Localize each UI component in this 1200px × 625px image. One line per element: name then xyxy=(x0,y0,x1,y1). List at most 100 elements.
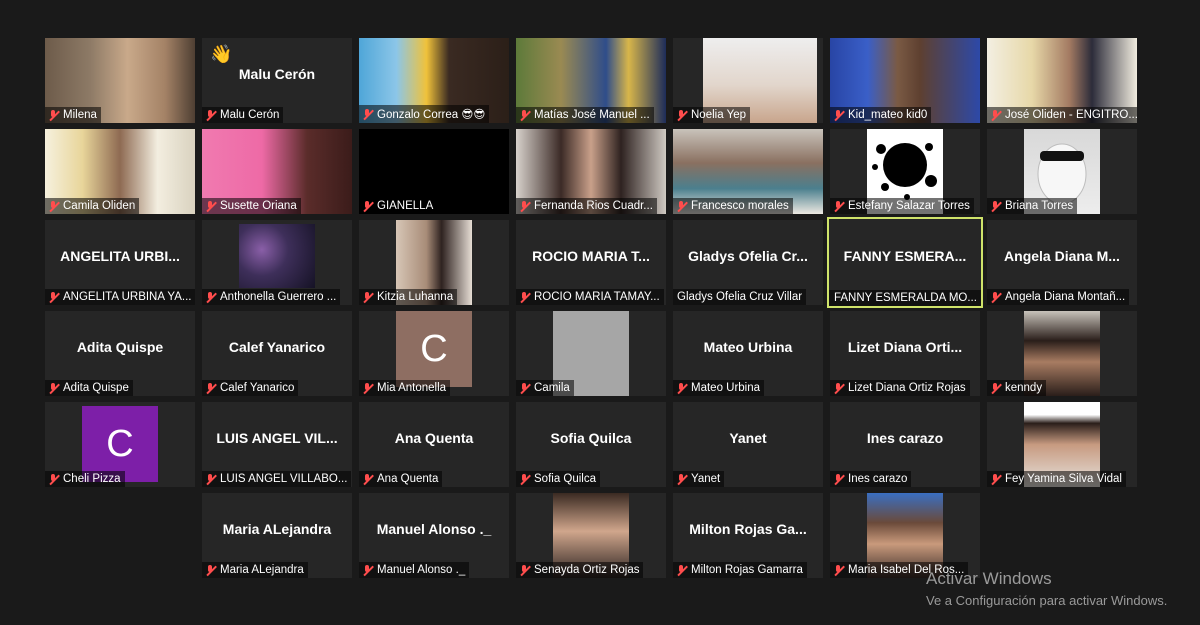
participant-name: Adita Quispe xyxy=(63,382,129,394)
participant-tile[interactable]: kenndy xyxy=(987,311,1137,396)
mic-muted-icon xyxy=(205,200,216,212)
participant-label: Mia Antonella xyxy=(359,380,451,396)
participant-display-name: FANNY ESMERA... xyxy=(843,248,967,264)
mic-muted-icon xyxy=(48,473,59,485)
participant-tile[interactable]: Ana Quenta Ana Quenta xyxy=(359,402,509,487)
participant-label: LUIS ANGEL VILLABO... xyxy=(202,471,352,487)
participant-name: Cheli Pizza xyxy=(63,473,121,485)
mic-muted-icon xyxy=(519,564,530,576)
participant-tile[interactable]: Gladys Ofelia Cr... Gladys Ofelia Cruz V… xyxy=(673,220,823,305)
participant-name: Anthonella Guerrero ... xyxy=(220,291,337,303)
participant-display-name: Angela Diana M... xyxy=(1004,248,1120,264)
participant-label: FANNY ESMERALDA MO... xyxy=(829,290,981,306)
wave-hand-icon: 👋 xyxy=(210,44,233,64)
participant-tile[interactable]: Milena xyxy=(45,38,195,123)
participant-tile[interactable]: 👋 Malu Cerón Malu Cerón xyxy=(202,38,352,123)
participant-display-name: Malu Cerón xyxy=(238,66,316,82)
participant-name: Milena xyxy=(63,109,97,121)
mic-muted-icon xyxy=(362,291,373,303)
participant-tile[interactable]: Lizet Diana Orti... Lizet Diana Ortiz Ro… xyxy=(830,311,980,396)
participant-name: Yanet xyxy=(691,473,721,485)
participant-tile[interactable]: C Mia Antonella xyxy=(359,311,509,396)
participant-tile[interactable]: Sofia Quilca Sofia Quilca xyxy=(516,402,666,487)
participant-label: José Oliden - ENGITRO... xyxy=(987,107,1137,123)
participant-tile[interactable]: Noelia Yep xyxy=(673,38,823,123)
participant-label: Susette Oriana xyxy=(202,198,301,214)
participant-tile-active-speaker[interactable]: FANNY ESMERA... FANNY ESMERALDA MO... xyxy=(827,217,983,308)
participant-name: Camila Oliden xyxy=(63,200,136,212)
mic-muted-icon xyxy=(48,200,59,212)
participant-tile[interactable]: C Cheli Pizza xyxy=(45,402,195,487)
participant-label: ANGELITA URBINA YA... xyxy=(45,289,195,305)
mic-muted-icon xyxy=(519,109,530,121)
participant-label: Milton Rojas Gamarra xyxy=(673,562,807,578)
participant-name: Kid_mateo kid0 xyxy=(848,109,928,121)
avatar-initial: C xyxy=(396,311,472,387)
participant-tile[interactable]: Anthonella Guerrero ... xyxy=(202,220,352,305)
participant-name: Noelia Yep xyxy=(691,109,746,121)
participant-tile[interactable]: Francesco morales xyxy=(673,129,823,214)
participant-tile[interactable]: Calef Yanarico Calef Yanarico xyxy=(202,311,352,396)
participant-label: Estefany Salazar Torres xyxy=(830,198,974,214)
video-feed xyxy=(239,224,315,288)
participant-label: Maria ALejandra xyxy=(202,562,308,578)
participant-tile[interactable]: Angela Diana M... Angela Diana Montañ... xyxy=(987,220,1137,305)
mic-muted-icon xyxy=(362,200,373,212)
participant-tile[interactable]: Briana Torres xyxy=(987,129,1137,214)
participant-name: Fey Yamina Silva Vidal xyxy=(1005,473,1122,485)
participant-name: Senayda Ortiz Rojas xyxy=(534,564,640,576)
participant-display-name: Calef Yanarico xyxy=(228,339,326,355)
participant-tile[interactable]: ANGELITA URBI... ANGELITA URBINA YA... xyxy=(45,220,195,305)
participant-tile[interactable]: Gonzalo Correa 😎😎 xyxy=(359,38,509,123)
participant-tile[interactable]: Maria Isabel Del Ros... xyxy=(830,493,980,578)
participant-display-name: Mateo Urbina xyxy=(703,339,793,355)
participant-label: Sofia Quilca xyxy=(516,471,601,487)
participant-name: Estefany Salazar Torres xyxy=(848,200,970,212)
participant-name: Gonzalo Correa 😎😎 xyxy=(377,109,486,121)
mic-muted-icon xyxy=(990,109,1001,121)
participant-label: Senayda Ortiz Rojas xyxy=(516,562,644,578)
participant-tile[interactable]: Milton Rojas Ga... Milton Rojas Gamarra xyxy=(673,493,823,578)
mic-muted-icon xyxy=(205,291,216,303)
participant-tile[interactable]: Fey Yamina Silva Vidal xyxy=(987,402,1137,487)
mic-muted-icon xyxy=(362,564,373,576)
participant-name: Mateo Urbina xyxy=(691,382,761,394)
participant-tile[interactable]: Susette Oriana xyxy=(202,129,352,214)
participant-tile[interactable]: Manuel Alonso ._ Manuel Alonso ._ xyxy=(359,493,509,578)
participant-name: Calef Yanarico xyxy=(220,382,295,394)
participant-tile[interactable]: Ines carazo Ines carazo xyxy=(830,402,980,487)
participant-label: Ines carazo xyxy=(830,471,912,487)
participant-tile[interactable]: Matías José Manuel ... xyxy=(516,38,666,123)
participant-tile[interactable]: José Oliden - ENGITRO... xyxy=(987,38,1137,123)
participant-tile[interactable]: Adita Quispe Adita Quispe xyxy=(45,311,195,396)
mic-muted-icon xyxy=(519,473,530,485)
participant-tile[interactable]: LUIS ANGEL VIL... LUIS ANGEL VILLABO... xyxy=(202,402,352,487)
participant-tile[interactable]: Mateo Urbina Mateo Urbina xyxy=(673,311,823,396)
mic-muted-icon xyxy=(205,564,216,576)
participant-tile[interactable]: Yanet Yanet xyxy=(673,402,823,487)
participant-label: ROCIO MARIA TAMAY... xyxy=(516,289,664,305)
participant-label: Cheli Pizza xyxy=(45,471,125,487)
participant-label: Fernanda Rios Cuadr... xyxy=(516,198,657,214)
participant-tile[interactable]: Camila Oliden xyxy=(45,129,195,214)
mic-muted-icon xyxy=(676,564,687,576)
participant-tile[interactable]: Kid_mateo kid0 xyxy=(830,38,980,123)
participant-name: Camila xyxy=(534,382,570,394)
participant-tile[interactable]: Maria ALejandra Maria ALejandra xyxy=(202,493,352,578)
participant-tile[interactable]: ROCIO MARIA T... ROCIO MARIA TAMAY... xyxy=(516,220,666,305)
participant-name: Mia Antonella xyxy=(377,382,447,394)
participant-name: LUIS ANGEL VILLABO... xyxy=(220,473,348,485)
participant-label: Camila Oliden xyxy=(45,198,140,214)
participant-tile[interactable]: Senayda Ortiz Rojas xyxy=(516,493,666,578)
participant-name: Lizet Diana Ortiz Rojas xyxy=(848,382,966,394)
participant-tile[interactable]: GIANELLA xyxy=(359,129,509,214)
mic-muted-icon xyxy=(833,200,844,212)
participant-tile[interactable]: Camila xyxy=(516,311,666,396)
participant-tile[interactable]: Fernanda Rios Cuadr... xyxy=(516,129,666,214)
participant-tile[interactable]: Kitzia Luhanna xyxy=(359,220,509,305)
mic-muted-icon xyxy=(833,564,844,576)
participant-display-name: Lizet Diana Orti... xyxy=(847,339,963,355)
participant-tile[interactable]: Estefany Salazar Torres xyxy=(830,129,980,214)
participant-label: Kid_mateo kid0 xyxy=(830,107,932,123)
participant-name: Manuel Alonso ._ xyxy=(377,564,466,576)
